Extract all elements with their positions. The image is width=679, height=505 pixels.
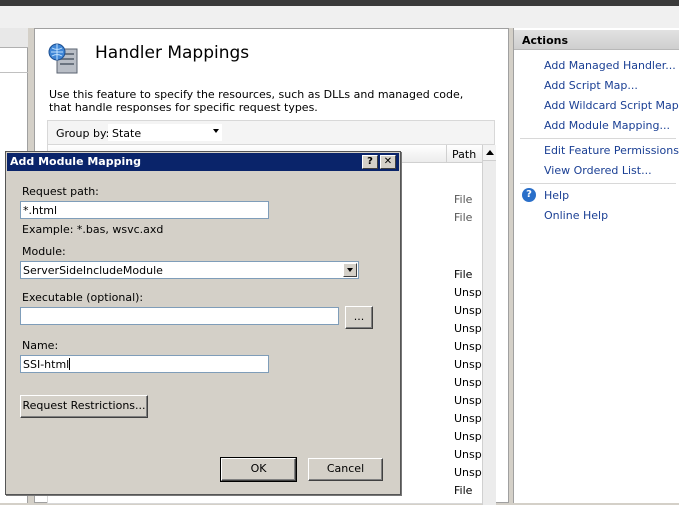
path-cell: Unsp xyxy=(454,448,482,461)
name-value: SSI-html xyxy=(23,358,70,371)
executable-input[interactable] xyxy=(20,307,339,325)
add-script-map-link[interactable]: Add Script Map... xyxy=(544,79,638,92)
help-icon: ? xyxy=(522,188,536,202)
request-path-input[interactable]: *.html xyxy=(20,201,269,219)
column-header-path[interactable]: Path xyxy=(446,145,482,163)
name-input[interactable]: SSI-html xyxy=(20,355,269,373)
online-help-link[interactable]: Online Help xyxy=(544,209,608,222)
path-cell: Unsp xyxy=(454,322,482,335)
window-top-strip xyxy=(0,0,679,28)
add-module-mapping-dialog: Add Module Mapping ? ✕ Request path: *.h… xyxy=(5,151,401,495)
page-title: Handler Mappings xyxy=(95,43,250,63)
request-restrictions-button[interactable]: Request Restrictions... xyxy=(20,395,148,418)
connections-pane-divider xyxy=(0,72,28,73)
path-cell: File xyxy=(454,193,473,206)
path-cell: File xyxy=(454,211,473,224)
cancel-button[interactable]: Cancel xyxy=(308,458,383,481)
group-by-value: State xyxy=(112,127,142,140)
chevron-down-icon[interactable] xyxy=(343,263,357,277)
help-link[interactable]: Help xyxy=(544,189,569,202)
executable-label: Executable (optional): xyxy=(22,291,144,304)
path-cell: Unsp xyxy=(454,376,482,389)
group-by-bar: Group by: State xyxy=(47,120,495,144)
edit-feature-permissions-link[interactable]: Edit Feature Permissions... xyxy=(544,144,679,157)
add-wildcard-script-map-link[interactable]: Add Wildcard Script Map... xyxy=(544,99,679,112)
actions-title: Actions xyxy=(522,34,568,47)
request-path-value: *.html xyxy=(23,204,58,217)
dialog-title: Add Module Mapping xyxy=(10,155,141,168)
request-path-example: Example: *.bas, wsvc.axd xyxy=(22,223,164,236)
path-cell: Unsp xyxy=(454,286,482,299)
scroll-up-arrow-icon[interactable] xyxy=(483,145,496,161)
path-cell: Unsp xyxy=(454,340,482,353)
connections-pane-header xyxy=(0,28,28,48)
dialog-titlebar[interactable]: Add Module Mapping ? ✕ xyxy=(7,153,399,171)
text-caret xyxy=(69,358,71,370)
path-cell: Unsp xyxy=(454,394,482,407)
actions-pane: Actions Add Managed Handler... Add Scrip… xyxy=(513,28,679,503)
request-path-label: Request path: xyxy=(22,185,99,198)
browse-button[interactable]: ... xyxy=(345,306,373,329)
path-cell: Unsp xyxy=(454,466,482,479)
name-label: Name: xyxy=(22,339,59,352)
module-value: ServerSideIncludeModule xyxy=(23,264,163,277)
actions-divider xyxy=(520,183,676,184)
chevron-down-icon xyxy=(213,129,219,133)
module-combobox[interactable]: ServerSideIncludeModule xyxy=(20,261,359,279)
add-managed-handler-link[interactable]: Add Managed Handler... xyxy=(544,59,676,72)
path-cell: File xyxy=(454,268,473,281)
module-label: Module: xyxy=(22,245,66,258)
group-by-dropdown[interactable]: State xyxy=(108,124,222,141)
view-ordered-list-link[interactable]: View Ordered List... xyxy=(544,164,652,177)
group-by-label: Group by: xyxy=(56,127,110,140)
toolbar-area xyxy=(0,6,679,28)
actions-divider xyxy=(520,138,676,139)
add-module-mapping-link[interactable]: Add Module Mapping... xyxy=(544,119,670,132)
path-cell: Unsp xyxy=(454,358,482,371)
path-cell: File xyxy=(454,484,473,497)
path-cell: Unsp xyxy=(454,430,482,443)
help-question-icon[interactable]: ? xyxy=(362,155,378,169)
ok-button[interactable]: OK xyxy=(220,457,297,482)
close-icon[interactable]: ✕ xyxy=(380,155,396,169)
actions-pane-header: Actions xyxy=(514,30,679,50)
path-cell: Unsp xyxy=(454,304,482,317)
feature-description: Use this feature to specify the resource… xyxy=(49,88,464,114)
handler-mappings-icon xyxy=(48,43,78,74)
list-scrollbar[interactable] xyxy=(482,145,496,505)
path-cell: Unsp xyxy=(454,412,482,425)
